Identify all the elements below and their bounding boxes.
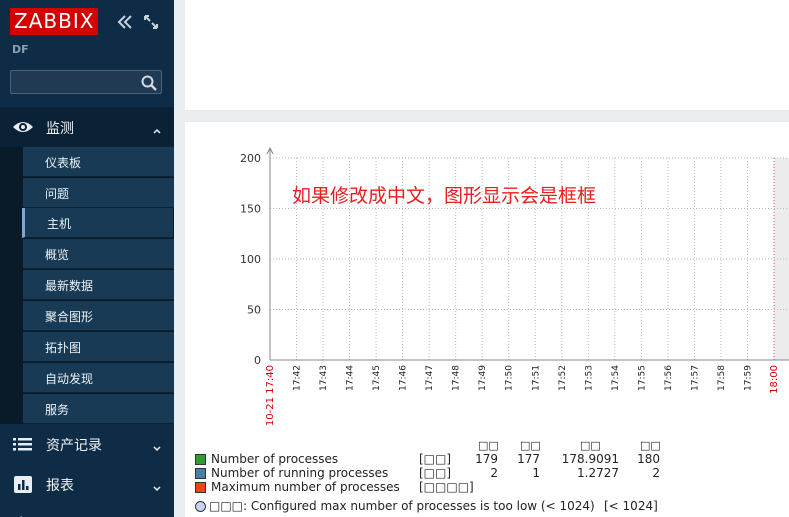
wrench-icon[interactable]: [14, 508, 28, 517]
legend-value-min: 1: [532, 466, 540, 480]
submenu-item-label: 自动发现: [45, 372, 94, 386]
legend-unit: [□□□□]: [419, 480, 474, 494]
legend-unit: [□□]: [419, 466, 452, 480]
submenu-item-label: 概览: [45, 248, 70, 262]
legend-value-last: 2: [490, 466, 498, 480]
legend-stat-header: □□: [580, 439, 601, 452]
collapse-sidebar-icon[interactable]: [116, 13, 134, 31]
legend-series-name: Number of running processes: [211, 466, 389, 480]
legend-row: Number of processes [□□] 179 177 178.909…: [195, 452, 789, 466]
graph-legend: □□ □□ □□ □□ Number of processes [□□] 179…: [195, 438, 789, 517]
monitoring-submenu: 仪表板 问题 主机 概览 最新数据 聚合图形 拓扑图 自动发现 服务: [0, 147, 174, 424]
submenu-item-label: 问题: [45, 187, 70, 201]
legend-swatch: [195, 454, 206, 465]
chevron-up-icon: [152, 121, 162, 134]
legend-series-name: Number of processes: [211, 452, 339, 466]
legend-value-last: 179: [475, 452, 498, 466]
search-icon[interactable]: [140, 74, 158, 92]
legend-stat-header: □□: [520, 439, 541, 452]
submenu-item-hosts[interactable]: 主机: [22, 208, 173, 238]
submenu-item-label: 聚合图形: [45, 310, 94, 324]
legend-stat-header: □□: [478, 439, 499, 452]
menu-inventory-label: 资产记录: [46, 438, 102, 454]
trigger-description: □□□: Configured max number of processes …: [209, 499, 595, 513]
menu-monitoring[interactable]: 监测: [0, 107, 174, 147]
submenu-item-label: 最新数据: [45, 279, 94, 293]
legend-trigger-row: □□□: Configured max number of processes …: [195, 499, 789, 513]
submenu-item-label: 主机: [47, 217, 72, 231]
kiosk-mode-icon[interactable]: [142, 13, 160, 31]
legend-value-avg: 1.2727: [577, 466, 619, 480]
submenu-item-label: 服务: [45, 403, 70, 417]
legend-value-min: 177: [517, 452, 540, 466]
legend-row: Number of running processes [□□] 2 1 1.2…: [195, 466, 789, 480]
trigger-indicator-icon: [195, 501, 206, 512]
top-widget-panel: [185, 0, 789, 110]
zabbix-logo[interactable]: ZABBIX: [10, 8, 99, 35]
menu-reports[interactable]: 报表: [0, 464, 174, 504]
legend-swatch: [195, 468, 206, 479]
submenu-item-latest-data[interactable]: 最新数据: [23, 270, 174, 300]
list-icon: [12, 434, 34, 454]
logo-row: ZABBIX: [10, 8, 170, 36]
eye-icon: [12, 117, 34, 137]
submenu-item-screens[interactable]: 聚合图形: [23, 301, 174, 331]
trigger-condition: [< 1024]: [604, 499, 658, 513]
submenu-item-services[interactable]: 服务: [23, 394, 174, 424]
legend-unit: [□□]: [419, 452, 452, 466]
submenu-item-dashboard[interactable]: 仪表板: [23, 147, 174, 177]
legend-value-max: 2: [652, 466, 660, 480]
server-name: DF: [12, 43, 29, 56]
submenu-item-maps[interactable]: 拓扑图: [23, 332, 174, 362]
legend-stat-header: □□: [640, 439, 661, 452]
legend-row: Maximum number of processes [□□□□]: [195, 480, 789, 494]
menu-inventory[interactable]: 资产记录: [0, 424, 174, 464]
search-input[interactable]: [10, 70, 162, 94]
submenu-item-label: 仪表板: [45, 156, 82, 170]
chevron-down-icon: [152, 478, 162, 492]
legend-value-avg: 178.9091: [561, 452, 619, 466]
submenu-item-problems[interactable]: 问题: [23, 178, 174, 208]
bar-chart-icon: [12, 474, 34, 494]
chevron-down-icon: [152, 438, 162, 452]
legend-value-max: 180: [637, 452, 660, 466]
legend-series-name: Maximum number of processes: [211, 480, 400, 494]
submenu-item-discovery[interactable]: 自动发现: [23, 363, 174, 393]
legend-swatch: [195, 482, 206, 493]
menu-monitoring-label: 监测: [46, 121, 74, 137]
sidebar: ZABBIX DF 监测 仪表板 问题 主机 概览 最新数据 聚合图形 拓扑图 …: [0, 0, 174, 517]
submenu-item-label: 拓扑图: [45, 341, 82, 355]
submenu-item-overview[interactable]: 概览: [23, 239, 174, 269]
menu-reports-label: 报表: [46, 478, 74, 494]
